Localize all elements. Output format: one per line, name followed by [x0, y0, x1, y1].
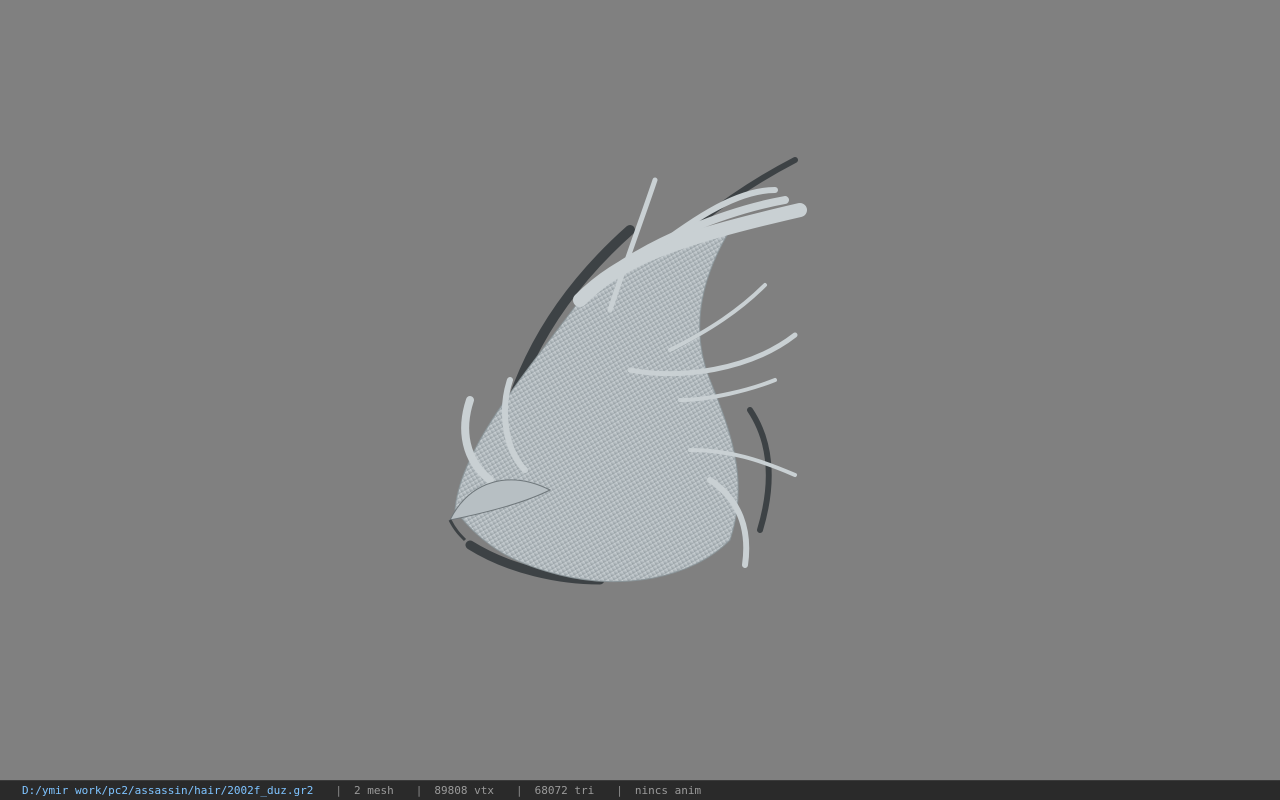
status-bar: D:/ymir work/pc2/assassin/hair/2002f_duz…: [0, 780, 1280, 800]
hair-model[interactable]: [430, 150, 820, 600]
file-path: D:/ymir work/pc2/assassin/hair/2002f_duz…: [22, 784, 314, 797]
separator: |: [516, 784, 523, 797]
mesh-count: 2 mesh: [354, 784, 394, 797]
3d-viewport[interactable]: [0, 0, 1280, 780]
separator: |: [616, 784, 623, 797]
triangle-count: 68072 tri: [534, 784, 595, 797]
vertex-count: 89808 vtx: [434, 784, 495, 797]
separator: |: [335, 784, 343, 797]
separator: |: [415, 784, 423, 797]
animation-status: nincs anim: [634, 784, 702, 797]
